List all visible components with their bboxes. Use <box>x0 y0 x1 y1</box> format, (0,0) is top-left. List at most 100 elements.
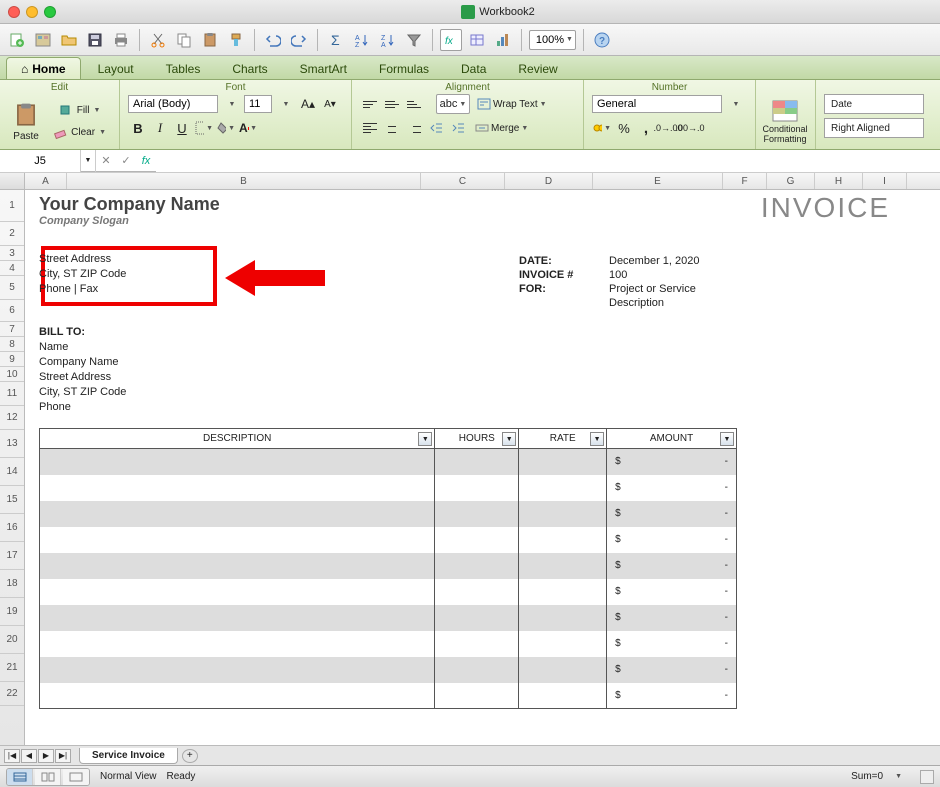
sheet-nav-prev[interactable]: ◀ <box>21 749 37 763</box>
sort-asc-button[interactable]: AZ <box>351 29 373 51</box>
insert-function-button[interactable]: fx <box>136 151 156 171</box>
font-color-button[interactable]: A▼ <box>238 118 258 138</box>
row-header-9[interactable]: 9 <box>0 352 24 367</box>
filter-button[interactable] <box>403 29 425 51</box>
column-header-C[interactable]: C <box>421 173 505 189</box>
align-center-button[interactable] <box>382 118 402 138</box>
close-window-button[interactable] <box>8 6 20 18</box>
format-painter-button[interactable] <box>225 29 247 51</box>
new-workbook-button[interactable] <box>6 29 28 51</box>
filter-button-rate[interactable]: ▼ <box>590 432 604 446</box>
table-row[interactable]: $- <box>40 683 737 709</box>
currency-button[interactable]: ▼ <box>592 118 612 138</box>
row-header-19[interactable]: 19 <box>0 598 24 626</box>
help-button[interactable]: ? <box>591 29 613 51</box>
row-header-13[interactable]: 13 <box>0 430 24 458</box>
paste-button[interactable] <box>199 29 221 51</box>
name-box-dropdown[interactable]: ▼ <box>80 150 96 172</box>
table-row[interactable]: $- <box>40 475 737 501</box>
tab-review[interactable]: Review <box>503 57 572 79</box>
accept-formula-button[interactable]: ✓ <box>116 151 136 171</box>
table-row[interactable]: $- <box>40 631 737 657</box>
status-sum-dropdown[interactable]: ▼ <box>895 773 902 780</box>
tab-layout[interactable]: Layout <box>83 57 149 79</box>
row-header-14[interactable]: 14 <box>0 458 24 486</box>
underline-button[interactable]: U <box>172 118 192 138</box>
cut-button[interactable] <box>147 29 169 51</box>
tab-formulas[interactable]: Formulas <box>364 57 444 79</box>
sheet-nav-next[interactable]: ▶ <box>38 749 54 763</box>
select-all-corner[interactable] <box>0 173 25 189</box>
table-row[interactable]: $- <box>40 579 737 605</box>
row-header-6[interactable]: 6 <box>0 300 24 322</box>
font-size-input[interactable] <box>244 95 272 113</box>
chart-button[interactable] <box>492 29 514 51</box>
open-button[interactable] <box>58 29 80 51</box>
tab-home[interactable]: ⌂Home <box>6 57 81 79</box>
row-header-8[interactable]: 8 <box>0 337 24 352</box>
add-sheet-button[interactable]: + <box>182 749 198 763</box>
name-box[interactable] <box>0 150 80 172</box>
column-header-G[interactable]: G <box>767 173 815 189</box>
table-row[interactable]: $- <box>40 449 737 475</box>
grow-font-button[interactable]: A▴ <box>298 94 318 114</box>
row-header-17[interactable]: 17 <box>0 542 24 570</box>
print-button[interactable] <box>110 29 132 51</box>
align-middle-button[interactable] <box>382 94 402 114</box>
cell-style-right-aligned[interactable]: Right Aligned <box>824 118 924 138</box>
copy-button[interactable] <box>173 29 195 51</box>
table-row[interactable]: $- <box>40 605 737 631</box>
conditional-formatting-button[interactable]: Conditional Formatting <box>764 97 806 147</box>
save-button[interactable] <box>84 29 106 51</box>
filter-button-hours[interactable]: ▼ <box>502 432 516 446</box>
table-row[interactable]: $- <box>40 501 737 527</box>
decrease-indent-button[interactable] <box>426 118 446 138</box>
table-row[interactable]: $- <box>40 527 737 553</box>
row-header-22[interactable]: 22 <box>0 682 24 706</box>
row-header-4[interactable]: 4 <box>0 261 24 276</box>
row-header-2[interactable]: 2 <box>0 222 24 246</box>
wrap-text-button[interactable]: Wrap Text▼ <box>472 94 552 114</box>
zoom-input[interactable] <box>532 34 564 46</box>
view-page-layout-button[interactable] <box>35 769 61 785</box>
percent-button[interactable]: % <box>614 118 634 138</box>
increase-indent-button[interactable] <box>448 118 468 138</box>
column-header-E[interactable]: E <box>593 173 723 189</box>
table-row[interactable]: $- <box>40 553 737 579</box>
row-header-16[interactable]: 16 <box>0 514 24 542</box>
row-header-12[interactable]: 12 <box>0 406 24 430</box>
italic-button[interactable]: I <box>150 118 170 138</box>
filter-button-amount[interactable]: ▼ <box>720 432 734 446</box>
paste-big-button[interactable]: Paste <box>8 97 44 147</box>
view-page-break-button[interactable] <box>63 769 89 785</box>
sheet-nav-last[interactable]: ▶| <box>55 749 71 763</box>
autosum-button[interactable]: Σ <box>325 29 347 51</box>
row-header-10[interactable]: 10 <box>0 367 24 382</box>
sheet-tab-service-invoice[interactable]: Service Invoice <box>79 748 178 764</box>
cancel-formula-button[interactable]: ✕ <box>96 151 116 171</box>
row-header-3[interactable]: 3 <box>0 246 24 261</box>
minimize-window-button[interactable] <box>26 6 38 18</box>
orientation-button[interactable]: abc▼ <box>436 94 470 114</box>
table-row[interactable]: $- <box>40 657 737 683</box>
shrink-font-button[interactable]: A▾ <box>320 94 340 114</box>
font-name-input[interactable] <box>128 95 218 113</box>
align-bottom-button[interactable] <box>404 94 424 114</box>
filter-button-description[interactable]: ▼ <box>418 432 432 446</box>
row-header-5[interactable]: 5 <box>0 276 24 300</box>
column-header-H[interactable]: H <box>815 173 863 189</box>
align-top-button[interactable] <box>360 94 380 114</box>
cells-area[interactable]: Your Company Name Company Slogan INVOICE… <box>25 190 940 745</box>
tab-charts[interactable]: Charts <box>217 57 282 79</box>
undo-button[interactable] <box>262 29 284 51</box>
column-header-B[interactable]: B <box>67 173 421 189</box>
align-left-button[interactable] <box>360 118 380 138</box>
clear-button[interactable]: Clear▼ <box>48 123 111 143</box>
tab-smartart[interactable]: SmartArt <box>285 57 362 79</box>
column-header-D[interactable]: D <box>505 173 593 189</box>
sort-desc-button[interactable]: ZA <box>377 29 399 51</box>
redo-button[interactable] <box>288 29 310 51</box>
formula-input[interactable] <box>156 150 940 172</box>
fx-button[interactable]: fx <box>440 29 462 51</box>
view-normal-button[interactable] <box>7 769 33 785</box>
